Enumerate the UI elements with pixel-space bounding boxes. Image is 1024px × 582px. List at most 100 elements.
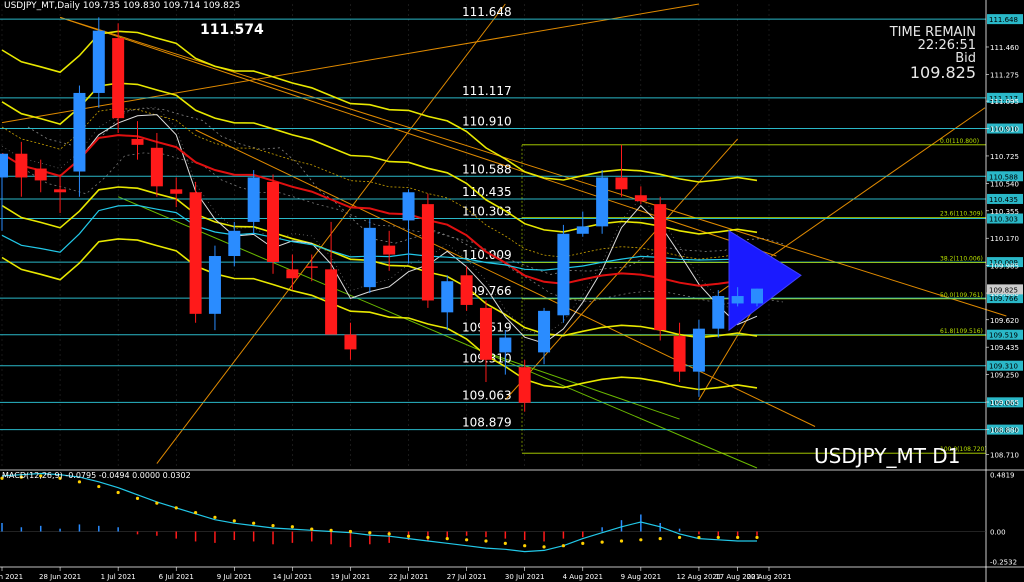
candle-body — [92, 30, 105, 93]
price-tick-label: 108.880 — [990, 426, 1019, 434]
macd-signal-dot — [368, 531, 372, 535]
macd-signal-dot — [193, 510, 198, 515]
price-tick-label: 110.170 — [990, 235, 1019, 243]
macd-signal-dot — [174, 506, 178, 510]
time-tick-label: 4 Aug 2021 — [563, 573, 603, 581]
candle-body — [615, 177, 628, 190]
candle — [112, 23, 125, 133]
time-tick-label: 1 Jul 2021 — [101, 573, 136, 581]
candle-body — [499, 337, 512, 353]
macd-signal-dot — [755, 535, 759, 540]
macd-signal-dot — [561, 544, 566, 548]
time-tick-label: 27 Jul 2021 — [447, 573, 487, 581]
macd-signal-dot — [600, 540, 604, 544]
candle-body — [267, 181, 280, 262]
level-label: 111.648 — [462, 5, 512, 19]
candle-body — [538, 310, 551, 353]
chart-header-info: USDJPY_MT,Daily 109.735 109.830 109.714 … — [4, 1, 241, 11]
candle-body — [402, 192, 415, 221]
price-tick-label: 110.355 — [990, 208, 1019, 216]
candle-body — [712, 296, 725, 329]
fib-label: 38.2(110.006) — [940, 256, 983, 263]
time-tick-label: 9 Aug 2021 — [621, 573, 661, 581]
macd-signal-dot — [619, 539, 624, 543]
macd-signal-dot — [213, 515, 217, 519]
candle-body — [421, 204, 434, 301]
candle — [596, 170, 609, 234]
macd-signal-dot — [639, 538, 643, 542]
candle — [421, 193, 434, 308]
candle-body — [750, 288, 764, 304]
price-tick-label: 109.620 — [990, 317, 1019, 325]
macd-signal-dot — [581, 541, 585, 545]
bid-value: 109.825 — [909, 63, 976, 82]
candle-body — [596, 177, 609, 227]
level-label: 110.910 — [462, 115, 512, 129]
time-tick-label: 6 Jul 2021 — [159, 573, 194, 581]
level-tag-text: 109.310 — [989, 363, 1018, 371]
macd-signal-dot — [329, 528, 333, 532]
macd-signal-dot — [252, 521, 256, 525]
candle — [267, 174, 280, 274]
macd-signal-dot — [116, 490, 120, 495]
level-label: 110.435 — [462, 185, 512, 199]
macd-signal-dot — [77, 480, 82, 484]
candle-body — [189, 192, 202, 314]
price-tick-label: 109.065 — [990, 399, 1019, 407]
time-remain-box: TIME REMAIN 22:26:51 Bid 109.825 — [890, 26, 976, 81]
candle-body — [34, 168, 47, 181]
macd-signal-dot — [348, 529, 353, 534]
candle-body — [518, 367, 531, 403]
macd-signal-dot — [465, 538, 469, 542]
price-tick-label: 108.710 — [990, 452, 1019, 460]
fib-label: 61.8(109.516) — [940, 328, 983, 335]
macd-tick-label: 0.00 — [990, 529, 1006, 537]
level-tag-text: 111.648 — [989, 16, 1018, 24]
level-tag-text: 109.519 — [989, 332, 1018, 340]
candle-body — [54, 189, 67, 193]
candle-body — [73, 92, 86, 172]
macd-signal-dot — [310, 527, 314, 531]
time-tick-label: 30 Jul 2021 — [505, 573, 545, 581]
candle-body — [654, 204, 667, 331]
macd-tick-label: -0.2532 — [990, 558, 1017, 566]
candle-body — [479, 307, 492, 360]
macd-signal-dot — [677, 535, 682, 540]
price-tick-label: 110.910 — [990, 126, 1019, 134]
candle-body — [247, 177, 260, 222]
candle-body — [383, 245, 396, 255]
candle — [654, 196, 667, 341]
fib-label: 0.0(110.800) — [940, 138, 979, 145]
price-tick-label: 109.250 — [990, 372, 1019, 380]
price-tick-label: 111.095 — [990, 98, 1019, 106]
price-chart[interactable]: 111.648111.648111.117111.117110.910110.9… — [0, 0, 1024, 582]
current-price-label: 109.825 — [989, 286, 1018, 294]
macd-signal-dot — [135, 496, 140, 500]
time-tick-label: 28 Jun 2021 — [39, 573, 81, 581]
macd-signal-dot — [155, 501, 159, 505]
candle-body — [208, 256, 221, 314]
level-label: 108.879 — [462, 416, 512, 430]
time-tick-label: 19 Jul 2021 — [331, 573, 371, 581]
macd-signal-dot — [290, 525, 294, 529]
candle-body — [286, 269, 299, 279]
macd-tick-label: 0.4819 — [990, 472, 1015, 480]
symbol-label: USDJPY_MT D1 — [814, 444, 961, 468]
candle — [363, 218, 376, 294]
macd-signal-dot — [406, 534, 411, 538]
candle-body — [576, 226, 589, 234]
level-tag-text: 110.435 — [989, 196, 1018, 204]
candle — [189, 181, 202, 323]
level-label: 110.588 — [462, 162, 512, 176]
macd-signal-dot — [716, 535, 720, 540]
candle-body — [112, 38, 125, 119]
candle-body — [228, 230, 241, 257]
macd-signal-dot — [503, 541, 507, 545]
macd-signal-dot — [387, 532, 391, 536]
candle-body — [634, 195, 647, 202]
candle-body — [692, 328, 705, 372]
macd-signal-dot — [523, 544, 527, 548]
price-tick-label: 110.725 — [990, 153, 1019, 161]
candle-body — [170, 189, 183, 194]
candle-body — [150, 147, 163, 187]
